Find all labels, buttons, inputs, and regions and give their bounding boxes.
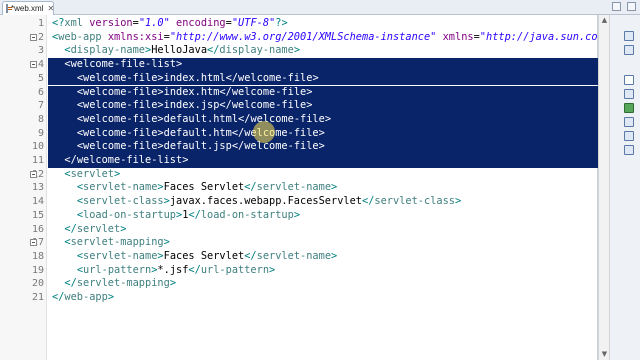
code-line-1[interactable]: 1 <?xml version="1.0" encoding="UTF-8"?> bbox=[0, 17, 598, 31]
code-line-16[interactable]: 16 </servlet> bbox=[0, 223, 598, 237]
code-line-20[interactable]: 20 </servlet-mapping> bbox=[0, 277, 598, 291]
problems-icon[interactable] bbox=[624, 89, 634, 99]
code-line-17[interactable]: 17 <servlet-mapping> bbox=[0, 236, 598, 250]
code-text: <load-on-startup>1</load-on-startup> bbox=[76, 208, 301, 221]
code-line-11[interactable]: 11 </welcome-file-list> bbox=[0, 154, 598, 168]
code-line-6[interactable]: 6 <welcome-file>index.htm</welcome-file> bbox=[0, 85, 598, 100]
line-number: 11 bbox=[31, 155, 44, 166]
code-text: <servlet-class>javax.faces.webapp.FacesS… bbox=[76, 195, 462, 208]
line-number: 7 bbox=[37, 100, 44, 112]
fold-toggle-icon[interactable] bbox=[30, 61, 37, 69]
line-number: 15 bbox=[31, 209, 44, 221]
line-number: 5 bbox=[37, 72, 44, 84]
code-text: <welcome-file>index.jsp</welcome-file> bbox=[76, 99, 313, 112]
code-text: <servlet-mapping> bbox=[64, 236, 170, 249]
line-number: 18 bbox=[31, 250, 44, 262]
line-number: 2 bbox=[37, 31, 44, 43]
code-text: <welcome-file>default.htm</welcome-file> bbox=[76, 126, 325, 139]
code-text: <servlet-name>Faces Servlet</servlet-nam… bbox=[76, 249, 338, 262]
line-number: 6 bbox=[37, 86, 44, 98]
code-text: <welcome-file>default.html</welcome-file… bbox=[76, 112, 332, 125]
servers-icon[interactable] bbox=[624, 103, 634, 113]
line-number: 9 bbox=[37, 127, 44, 139]
code-line-4[interactable]: 4 <welcome-file-list> bbox=[0, 58, 598, 72]
code-text: <url-pattern>*.jsf</url-pattern> bbox=[76, 263, 276, 276]
minimize-icon[interactable] bbox=[612, 2, 621, 11]
line-number: 3 bbox=[37, 45, 44, 57]
scroll-up-icon[interactable]: ▲ bbox=[600, 16, 609, 25]
code-text: <welcome-file>index.htm</welcome-file> bbox=[76, 85, 313, 98]
fold-toggle-icon[interactable] bbox=[30, 239, 37, 247]
line-number: 4 bbox=[37, 59, 44, 71]
code-text: <servlet-name>Faces Servlet</servlet-nam… bbox=[76, 181, 338, 194]
code-text: <display-name>HelloJava</display-name> bbox=[64, 44, 301, 57]
code-line-19[interactable]: 19 <url-pattern>*.jsf</url-pattern> bbox=[0, 264, 598, 278]
line-number: 10 bbox=[31, 141, 44, 153]
code-text: <web-app xmlns:xsi="http://www.w3.org/20… bbox=[52, 30, 598, 43]
code-line-21[interactable]: 21 </web-app> bbox=[0, 291, 598, 305]
search-icon[interactable] bbox=[624, 131, 634, 141]
mouse-cursor-highlight bbox=[253, 121, 275, 143]
outline-icon[interactable] bbox=[624, 31, 634, 41]
code-line-12[interactable]: 12 <servlet> bbox=[0, 168, 598, 182]
editor-tab-bar: *web.xml ✕ bbox=[0, 0, 640, 15]
scroll-down-icon[interactable]: ▼ bbox=[600, 350, 609, 359]
tab-web-xml[interactable]: *web.xml ✕ bbox=[2, 1, 54, 15]
console-icon[interactable] bbox=[624, 75, 634, 85]
line-number: 8 bbox=[37, 113, 44, 125]
code-text: <welcome-file-list> bbox=[64, 58, 183, 71]
code-line-2[interactable]: 2 <web-app xmlns:xsi="http://www.w3.org/2… bbox=[0, 31, 598, 45]
code-text: </servlet> bbox=[64, 222, 127, 235]
code-editor[interactable]: 1 <?xml version="1.0" encoding="UTF-8"?> 2… bbox=[0, 15, 598, 360]
line-number: 14 bbox=[31, 196, 44, 208]
history-icon[interactable] bbox=[624, 145, 634, 155]
line-number: 20 bbox=[31, 278, 44, 290]
code-line-9[interactable]: 9 <welcome-file>default.htm</welcome-fil… bbox=[0, 126, 598, 141]
code-line-18[interactable]: 18 <servlet-name>Faces Servlet</servlet-… bbox=[0, 250, 598, 264]
code-line-10[interactable]: 10 <welcome-file>default.jsp</welcome-fi… bbox=[0, 140, 598, 154]
line-number: 1 bbox=[37, 18, 44, 29]
tab-label: *web.xml bbox=[11, 4, 44, 13]
code-line-5[interactable]: 5 <welcome-file>index.html</welcome-file… bbox=[0, 71, 598, 86]
properties-icon[interactable] bbox=[624, 117, 634, 127]
right-toolbar: ▲ ▼ bbox=[598, 15, 640, 360]
code-text: <?xml version="1.0" encoding="UTF-8"?> bbox=[52, 17, 288, 29]
maximize-icon[interactable] bbox=[627, 2, 636, 11]
code-line-15[interactable]: 15 <load-on-startup>1</load-on-startup> bbox=[0, 209, 598, 223]
fold-toggle-icon[interactable] bbox=[30, 170, 37, 178]
line-number: 12 bbox=[31, 168, 44, 180]
line-number: 21 bbox=[31, 292, 44, 303]
code-line-7[interactable]: 7 <welcome-file>index.jsp</welcome-file> bbox=[0, 99, 598, 113]
code-text: <welcome-file>index.html</welcome-file> bbox=[76, 71, 319, 84]
task-list-icon[interactable] bbox=[624, 45, 634, 55]
code-text: </servlet-mapping> bbox=[64, 277, 177, 290]
code-text: <servlet> bbox=[64, 167, 121, 180]
code-text: <welcome-file>default.jsp</welcome-file> bbox=[76, 140, 325, 153]
line-number: 16 bbox=[31, 223, 44, 235]
code-text: </web-app> bbox=[52, 291, 115, 303]
code-text: </welcome-file-list> bbox=[64, 154, 189, 166]
code-line-14[interactable]: 14 <servlet-class>javax.faces.webapp.Fac… bbox=[0, 195, 598, 209]
line-number: 17 bbox=[31, 237, 44, 249]
vertical-scrollbar[interactable]: ▲ ▼ bbox=[598, 15, 610, 360]
code-line-3[interactable]: 3 <display-name>HelloJava</display-name> bbox=[0, 44, 598, 58]
code-line-13[interactable]: 13 <servlet-name>Faces Servlet</servlet-… bbox=[0, 181, 598, 195]
close-icon[interactable]: ✕ bbox=[47, 4, 54, 13]
code-line-8[interactable]: 8 <welcome-file>default.html</welcome-fi… bbox=[0, 112, 598, 127]
line-number: 19 bbox=[31, 264, 44, 276]
fold-toggle-icon[interactable] bbox=[30, 33, 37, 41]
xml-file-icon bbox=[6, 4, 12, 13]
line-number: 13 bbox=[31, 182, 44, 194]
